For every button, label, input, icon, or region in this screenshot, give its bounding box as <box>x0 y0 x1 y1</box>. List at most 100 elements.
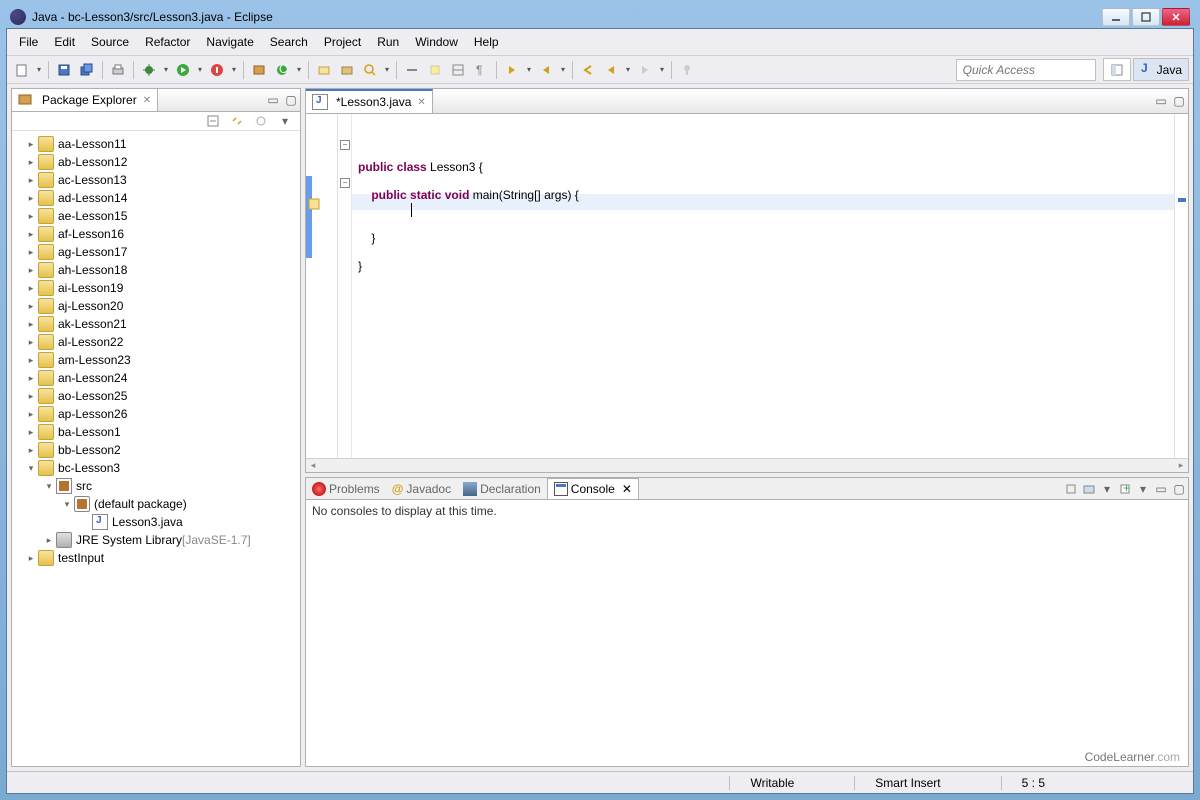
external-tools-button[interactable] <box>206 59 228 81</box>
menu-help[interactable]: Help <box>466 31 507 53</box>
menu-run[interactable]: Run <box>369 31 407 53</box>
tree-item[interactable]: ab-Lesson12 <box>12 153 300 171</box>
toggle-block-button[interactable] <box>447 59 469 81</box>
horizontal-scrollbar[interactable]: ◂▸ <box>306 458 1188 472</box>
console-tab[interactable]: Console✕ <box>547 478 639 499</box>
open-type-button[interactable] <box>313 59 335 81</box>
overview-marker[interactable] <box>1178 198 1186 202</box>
warning-marker-icon[interactable] <box>308 198 320 210</box>
open-console-icon[interactable]: + <box>1118 482 1132 496</box>
code-editor[interactable]: − − public class Lesson3 { public static… <box>306 114 1188 458</box>
tree-item[interactable]: src <box>12 477 300 495</box>
display-console-icon[interactable] <box>1082 482 1096 496</box>
tree-item[interactable]: bc-Lesson3 <box>12 459 300 477</box>
javadoc-tab[interactable]: @Javadoc <box>386 479 457 499</box>
tree-item[interactable]: ad-Lesson14 <box>12 189 300 207</box>
pin-editor-button[interactable] <box>676 59 698 81</box>
toggle-breadcrumb-button[interactable] <box>401 59 423 81</box>
external-dropdown[interactable]: ▾ <box>229 65 239 74</box>
maximize-button[interactable] <box>1132 8 1160 26</box>
project-tree[interactable]: aa-Lesson11ab-Lesson12ac-Lesson13ad-Less… <box>12 131 300 766</box>
tree-item[interactable]: ak-Lesson21 <box>12 315 300 333</box>
tree-item[interactable]: ao-Lesson25 <box>12 387 300 405</box>
menu-search[interactable]: Search <box>262 31 316 53</box>
debug-button[interactable] <box>138 59 160 81</box>
focus-icon[interactable] <box>254 114 268 128</box>
pin-console-icon[interactable] <box>1064 482 1078 496</box>
tree-item[interactable]: bb-Lesson2 <box>12 441 300 459</box>
save-all-button[interactable] <box>76 59 98 81</box>
open-perspective-button[interactable] <box>1103 58 1131 81</box>
tree-item[interactable]: al-Lesson22 <box>12 333 300 351</box>
editor-tab[interactable]: *Lesson3.java ✕ <box>306 89 433 113</box>
view-menu-icon[interactable]: ▾ <box>278 114 292 128</box>
tree-item[interactable]: (default package) <box>12 495 300 513</box>
tree-item[interactable]: an-Lesson24 <box>12 369 300 387</box>
package-explorer-tab[interactable]: Package Explorer ✕ <box>12 89 158 111</box>
close-button[interactable] <box>1162 8 1190 26</box>
fold-toggle-icon[interactable]: − <box>340 178 350 188</box>
menu-edit[interactable]: Edit <box>46 31 83 53</box>
tree-item[interactable]: ag-Lesson17 <box>12 243 300 261</box>
tree-item[interactable]: aa-Lesson11 <box>12 135 300 153</box>
menu-source[interactable]: Source <box>83 31 137 53</box>
maximize-view-icon[interactable]: ▢ <box>1172 94 1186 108</box>
maximize-view-icon[interactable]: ▢ <box>1172 482 1186 496</box>
tree-item[interactable]: testInput <box>12 549 300 567</box>
menu-project[interactable]: Project <box>316 31 369 53</box>
link-editor-icon[interactable] <box>230 114 244 128</box>
overview-ruler[interactable] <box>1174 114 1188 458</box>
tree-item[interactable]: ah-Lesson18 <box>12 261 300 279</box>
tree-item[interactable]: JRE System Library [JavaSE-1.7] <box>12 531 300 549</box>
quick-access[interactable] <box>956 59 1096 81</box>
show-whitespace-button[interactable]: ¶ <box>470 59 492 81</box>
java-perspective-button[interactable]: J Java <box>1133 58 1189 81</box>
menu-navigate[interactable]: Navigate <box>198 31 261 53</box>
tree-item[interactable]: am-Lesson23 <box>12 351 300 369</box>
next-annotation-button[interactable] <box>501 59 523 81</box>
close-icon[interactable]: ✕ <box>417 97 425 108</box>
tree-item[interactable]: Lesson3.java <box>12 513 300 531</box>
run-dropdown[interactable]: ▾ <box>195 65 205 74</box>
toggle-mark-button[interactable] <box>424 59 446 81</box>
minimize-button[interactable] <box>1102 8 1130 26</box>
fold-toggle-icon[interactable]: − <box>340 140 350 150</box>
tree-item[interactable]: ae-Lesson15 <box>12 207 300 225</box>
back-button[interactable] <box>600 59 622 81</box>
tree-item[interactable]: ai-Lesson19 <box>12 279 300 297</box>
new-package-button[interactable] <box>248 59 270 81</box>
minimize-view-icon[interactable]: ▭ <box>1154 482 1168 496</box>
new-button[interactable] <box>11 59 33 81</box>
tree-item[interactable]: ap-Lesson26 <box>12 405 300 423</box>
minimize-view-icon[interactable]: ▭ <box>266 93 280 107</box>
new-dropdown[interactable]: ▾ <box>34 65 44 74</box>
collapse-all-icon[interactable] <box>206 114 220 128</box>
quick-access-input[interactable] <box>956 59 1096 81</box>
forward-button[interactable] <box>634 59 656 81</box>
menu-window[interactable]: Window <box>407 31 466 53</box>
problems-tab[interactable]: Problems <box>306 479 386 499</box>
tree-item[interactable]: aj-Lesson20 <box>12 297 300 315</box>
search-dropdown[interactable]: ▾ <box>382 65 392 74</box>
menu-refactor[interactable]: Refactor <box>137 31 198 53</box>
tree-item[interactable]: ac-Lesson13 <box>12 171 300 189</box>
declaration-tab[interactable]: Declaration <box>457 479 547 499</box>
save-button[interactable] <box>53 59 75 81</box>
open-task-button[interactable] <box>336 59 358 81</box>
new-class-dropdown[interactable]: ▾ <box>294 65 304 74</box>
close-icon[interactable]: ✕ <box>143 95 151 106</box>
last-edit-button[interactable] <box>577 59 599 81</box>
search-button[interactable] <box>359 59 381 81</box>
menu-file[interactable]: File <box>11 31 46 53</box>
debug-dropdown[interactable]: ▾ <box>161 65 171 74</box>
maximize-view-icon[interactable]: ▢ <box>284 93 298 107</box>
tree-item[interactable]: ba-Lesson1 <box>12 423 300 441</box>
prev-annotation-button[interactable] <box>535 59 557 81</box>
new-class-button[interactable]: C <box>271 59 293 81</box>
close-icon[interactable]: ✕ <box>622 482 632 496</box>
print-button[interactable] <box>107 59 129 81</box>
run-button[interactable] <box>172 59 194 81</box>
minimize-view-icon[interactable]: ▭ <box>1154 94 1168 108</box>
folder-icon <box>38 424 54 440</box>
tree-item[interactable]: af-Lesson16 <box>12 225 300 243</box>
